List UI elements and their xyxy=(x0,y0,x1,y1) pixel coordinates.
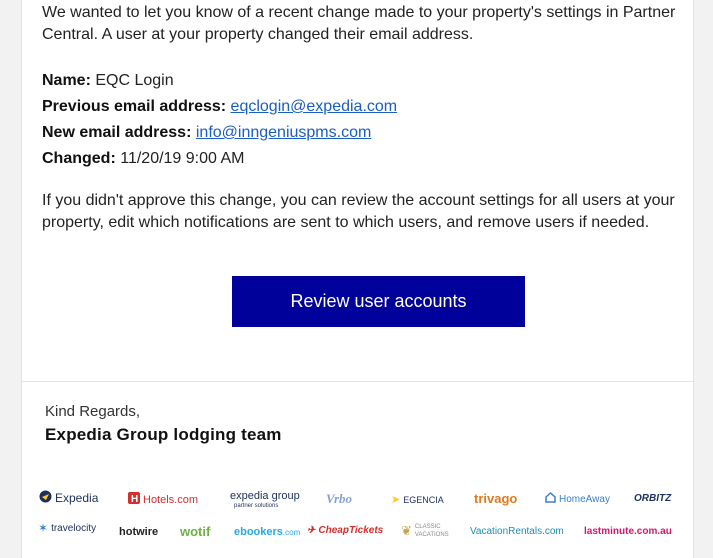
expedia-logo[interactable]: Expedia xyxy=(39,490,98,506)
name-value: EQC Login xyxy=(95,72,174,89)
detail-changed-row: Changed: 11/20/19 9:00 AM xyxy=(42,146,397,172)
review-user-accounts-button[interactable]: Review user accounts xyxy=(232,276,525,327)
trivago-logo-text: trivago xyxy=(474,491,518,506)
svg-text:H: H xyxy=(131,494,138,504)
cheaptickets-logo-text: CheapTickets xyxy=(318,525,384,536)
hotwire-logo-text: hotwire xyxy=(119,526,159,538)
egencia-logo-text: EGENCIA xyxy=(403,494,444,505)
wotif-logo[interactable]: wotif xyxy=(180,524,210,539)
expedia-group-subtext: partner solutions xyxy=(234,503,279,509)
plane-icon xyxy=(39,490,52,506)
expedia-logo-text: Expedia xyxy=(55,491,99,505)
vrbo-logo-text: Vrbo xyxy=(326,491,353,506)
expedia-group-text: expedia group xyxy=(230,490,300,502)
ticket-icon: ✈ xyxy=(307,525,316,536)
vrbo-logo[interactable]: Vrbo xyxy=(326,491,352,507)
travelocity-logo[interactable]: ✶ travelocity xyxy=(38,521,96,535)
travelocity-logo-text: travelocity xyxy=(51,522,97,534)
wotif-logo-text: wotif xyxy=(180,524,211,539)
name-label: Name: xyxy=(42,72,91,89)
detail-new-email-row: New email address: info@inngeniuspms.com xyxy=(42,120,397,146)
orbitz-logo-text: ORBITZ xyxy=(634,493,672,504)
orbitz-logo[interactable]: ORBITZ xyxy=(634,493,671,504)
hotwire-logo[interactable]: hotwire xyxy=(119,526,158,538)
ebookers-logo-suffix: .com xyxy=(282,527,301,537)
team-signature: Expedia Group lodging team xyxy=(45,425,282,444)
detail-name-row: Name: EQC Login xyxy=(42,68,397,94)
palm-icon: ❦ xyxy=(401,523,412,538)
lastminute-logo[interactable]: lastminute.com.au xyxy=(584,526,672,537)
changed-label: Changed: xyxy=(42,150,116,167)
regards-text: Kind Regards, xyxy=(45,403,141,420)
lastminute-logo-text: lastminute.com.au xyxy=(584,526,672,537)
change-details: Name: EQC Login Previous email address: … xyxy=(42,68,397,172)
new-email-label: New email address: xyxy=(42,124,192,141)
ebookers-logo[interactable]: ebookers .com xyxy=(234,526,300,538)
hotels-h-icon: H xyxy=(128,492,140,507)
changed-value: 11/20/19 9:00 AM xyxy=(120,150,245,167)
classic-vacations-logo[interactable]: ❦ CLASSIC VACATIONS xyxy=(401,523,449,539)
classic-text: CLASSIC xyxy=(414,524,441,530)
email-card: We wanted to let you know of a recent ch… xyxy=(21,0,695,558)
classic-subtext: VACATIONS xyxy=(414,532,449,538)
divider xyxy=(22,381,695,382)
expedia-group-logo[interactable]: expedia group partner solutions xyxy=(230,491,300,511)
intro-text: We wanted to let you know of a recent ch… xyxy=(42,4,676,43)
house-icon xyxy=(545,491,556,506)
egencia-arrow-icon: ➤ xyxy=(391,494,401,506)
homeaway-logo-text: HomeAway xyxy=(559,493,610,505)
hotels-logo[interactable]: H Hotels.com xyxy=(128,492,198,507)
egencia-logo[interactable]: ➤ EGENCIA xyxy=(391,493,444,506)
new-email-link[interactable]: info@inngeniuspms.com xyxy=(196,124,371,141)
hotels-logo-text: Hotels.com xyxy=(143,493,199,506)
vacationrentals-logo[interactable]: VacationRentals.com xyxy=(470,526,564,537)
detail-previous-email-row: Previous email address: eqclogin@expedia… xyxy=(42,94,397,120)
star-icon: ✶ xyxy=(38,521,49,535)
previous-email-link[interactable]: eqclogin@expedia.com xyxy=(231,98,398,115)
advice-text: If you didn't approve this change, you c… xyxy=(42,192,675,231)
vacationrentals-logo-text: VacationRentals.com xyxy=(470,526,564,537)
cheaptickets-logo[interactable]: ✈ CheapTickets xyxy=(307,525,383,536)
homeaway-logo[interactable]: HomeAway xyxy=(545,491,610,506)
previous-email-label: Previous email address: xyxy=(42,98,227,115)
ebookers-logo-text: ebookers xyxy=(234,526,283,538)
trivago-logo[interactable]: trivago xyxy=(474,491,517,506)
